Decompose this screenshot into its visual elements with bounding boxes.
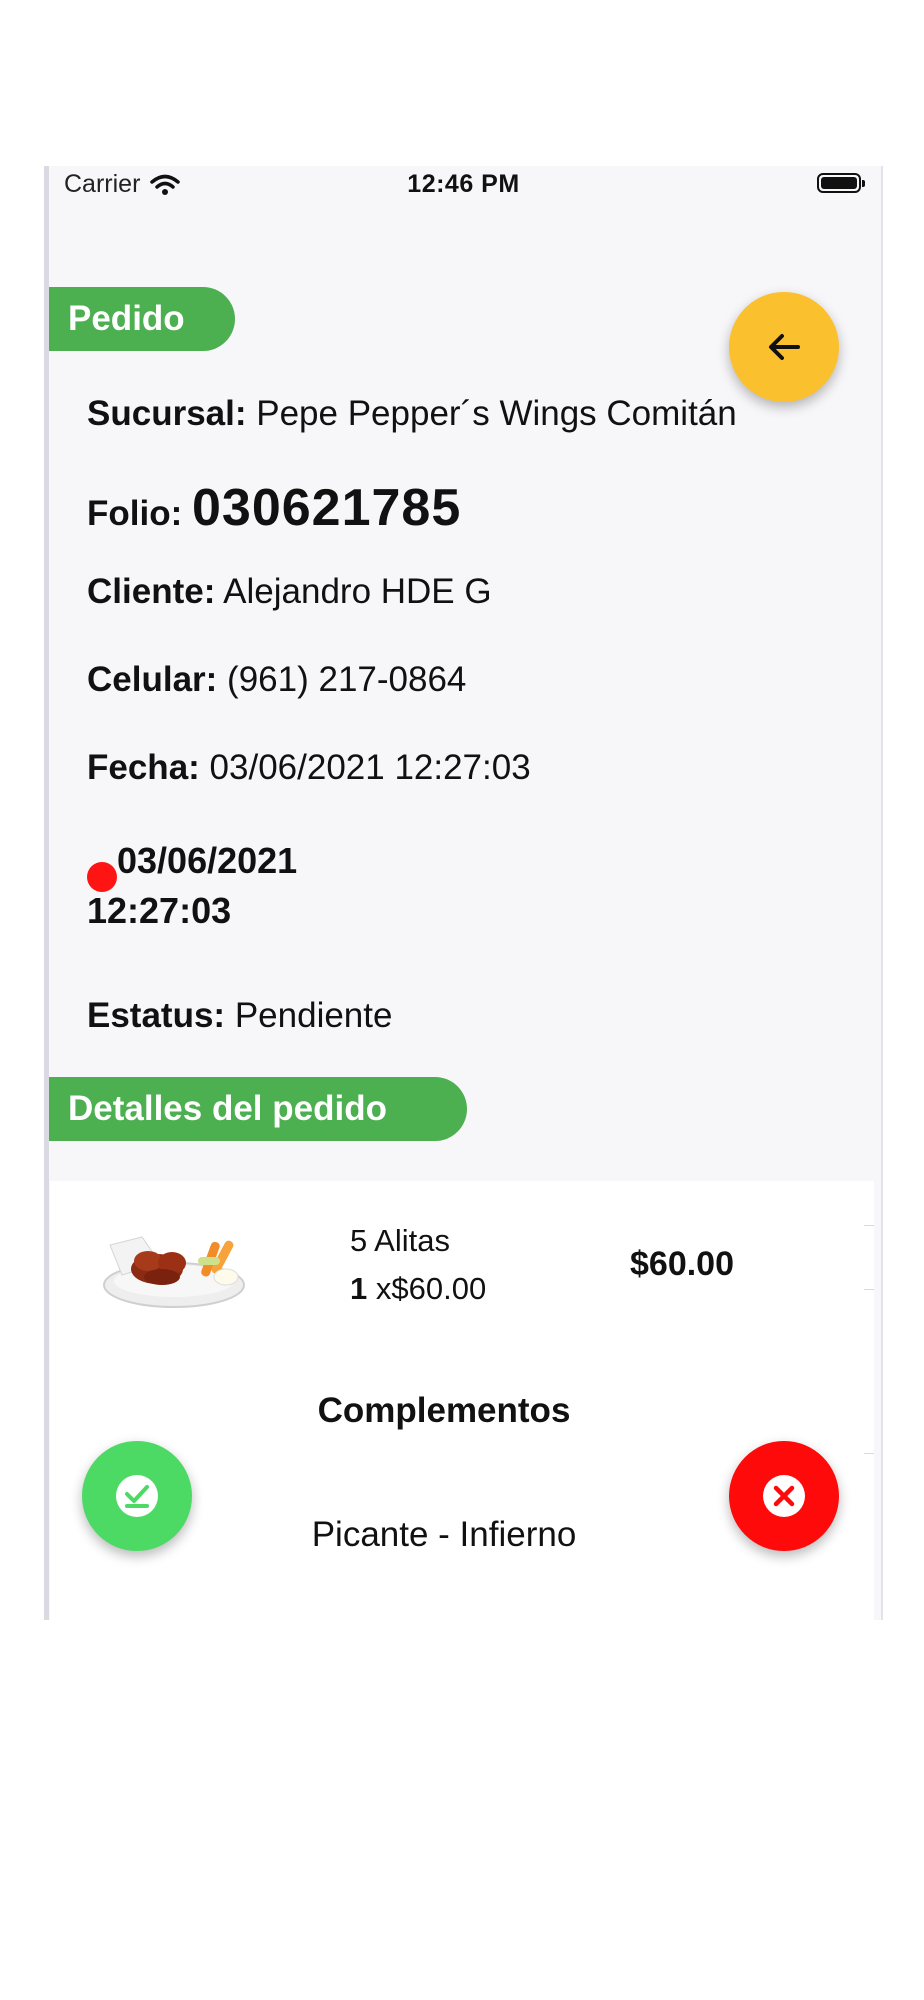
accept-order-button[interactable] bbox=[82, 1441, 192, 1551]
back-button[interactable] bbox=[729, 292, 839, 402]
status-value: Pendiente bbox=[234, 996, 393, 1035]
item-quantity: 1 x$60.00 bbox=[350, 1271, 486, 1307]
divider bbox=[864, 1453, 874, 1454]
date-row: Fecha: 03/06/2021 12:27:03 bbox=[87, 748, 531, 788]
order-detail-card: 5 Alitas 1 x$60.00 $60.00 Complementos P… bbox=[50, 1181, 874, 1620]
divider bbox=[864, 1225, 874, 1226]
folio-row: Folio: 030621785 bbox=[87, 478, 461, 538]
item-unit-price: x$60.00 bbox=[375, 1271, 487, 1306]
close-circle-icon bbox=[763, 1475, 805, 1517]
item-total: $60.00 bbox=[630, 1245, 734, 1283]
screen-edge bbox=[881, 166, 883, 1620]
folio-label: Folio: bbox=[87, 494, 183, 533]
section-title-details: Detalles del pedido bbox=[48, 1077, 467, 1141]
battery-icon bbox=[817, 173, 865, 193]
status-label: Estatus: bbox=[87, 996, 226, 1035]
branch-label: Sucursal: bbox=[87, 394, 247, 433]
chicken-wings-image bbox=[103, 1236, 245, 1308]
cancel-order-button[interactable] bbox=[729, 1441, 839, 1551]
branch-row: Sucursal: Pepe Pepper´s Wings Comitán bbox=[87, 394, 737, 434]
alert-datetime: 03/06/2021 12:27:03 bbox=[87, 836, 487, 936]
alert-time: 12:27:03 bbox=[87, 890, 232, 931]
app-screen: Carrier 12:46 PM Pedido Sucursal: Pepe P… bbox=[44, 166, 883, 1620]
client-value: Alejandro HDE G bbox=[223, 572, 492, 611]
check-badge-icon bbox=[116, 1475, 158, 1517]
date-value: 03/06/2021 12:27:03 bbox=[209, 748, 531, 787]
item-name: 5 Alitas bbox=[350, 1223, 450, 1258]
item-quantity-value: 1 bbox=[350, 1271, 368, 1306]
phone-label: Celular: bbox=[87, 660, 218, 699]
arrow-left-icon bbox=[769, 334, 800, 360]
folio-value: 030621785 bbox=[191, 479, 462, 537]
status-time: 12:46 PM bbox=[407, 170, 520, 198]
phone-value: (961) 217-0864 bbox=[227, 660, 467, 699]
alert-date: 03/06/2021 bbox=[117, 840, 298, 881]
screen-edge bbox=[44, 166, 49, 1620]
client-row: Cliente: Alejandro HDE G bbox=[87, 572, 492, 612]
branch-value: Pepe Pepper´s Wings Comitán bbox=[256, 394, 737, 433]
complements-title: Complementos bbox=[317, 1391, 571, 1430]
status-row: Estatus: Pendiente bbox=[87, 996, 392, 1036]
client-label: Cliente: bbox=[87, 572, 216, 611]
date-label: Fecha: bbox=[87, 748, 200, 787]
phone-row: Celular: (961) 217-0864 bbox=[87, 660, 466, 700]
section-title-pedido: Pedido bbox=[48, 287, 235, 351]
divider bbox=[864, 1289, 874, 1290]
status-bar: Carrier 12:46 PM bbox=[44, 166, 883, 210]
